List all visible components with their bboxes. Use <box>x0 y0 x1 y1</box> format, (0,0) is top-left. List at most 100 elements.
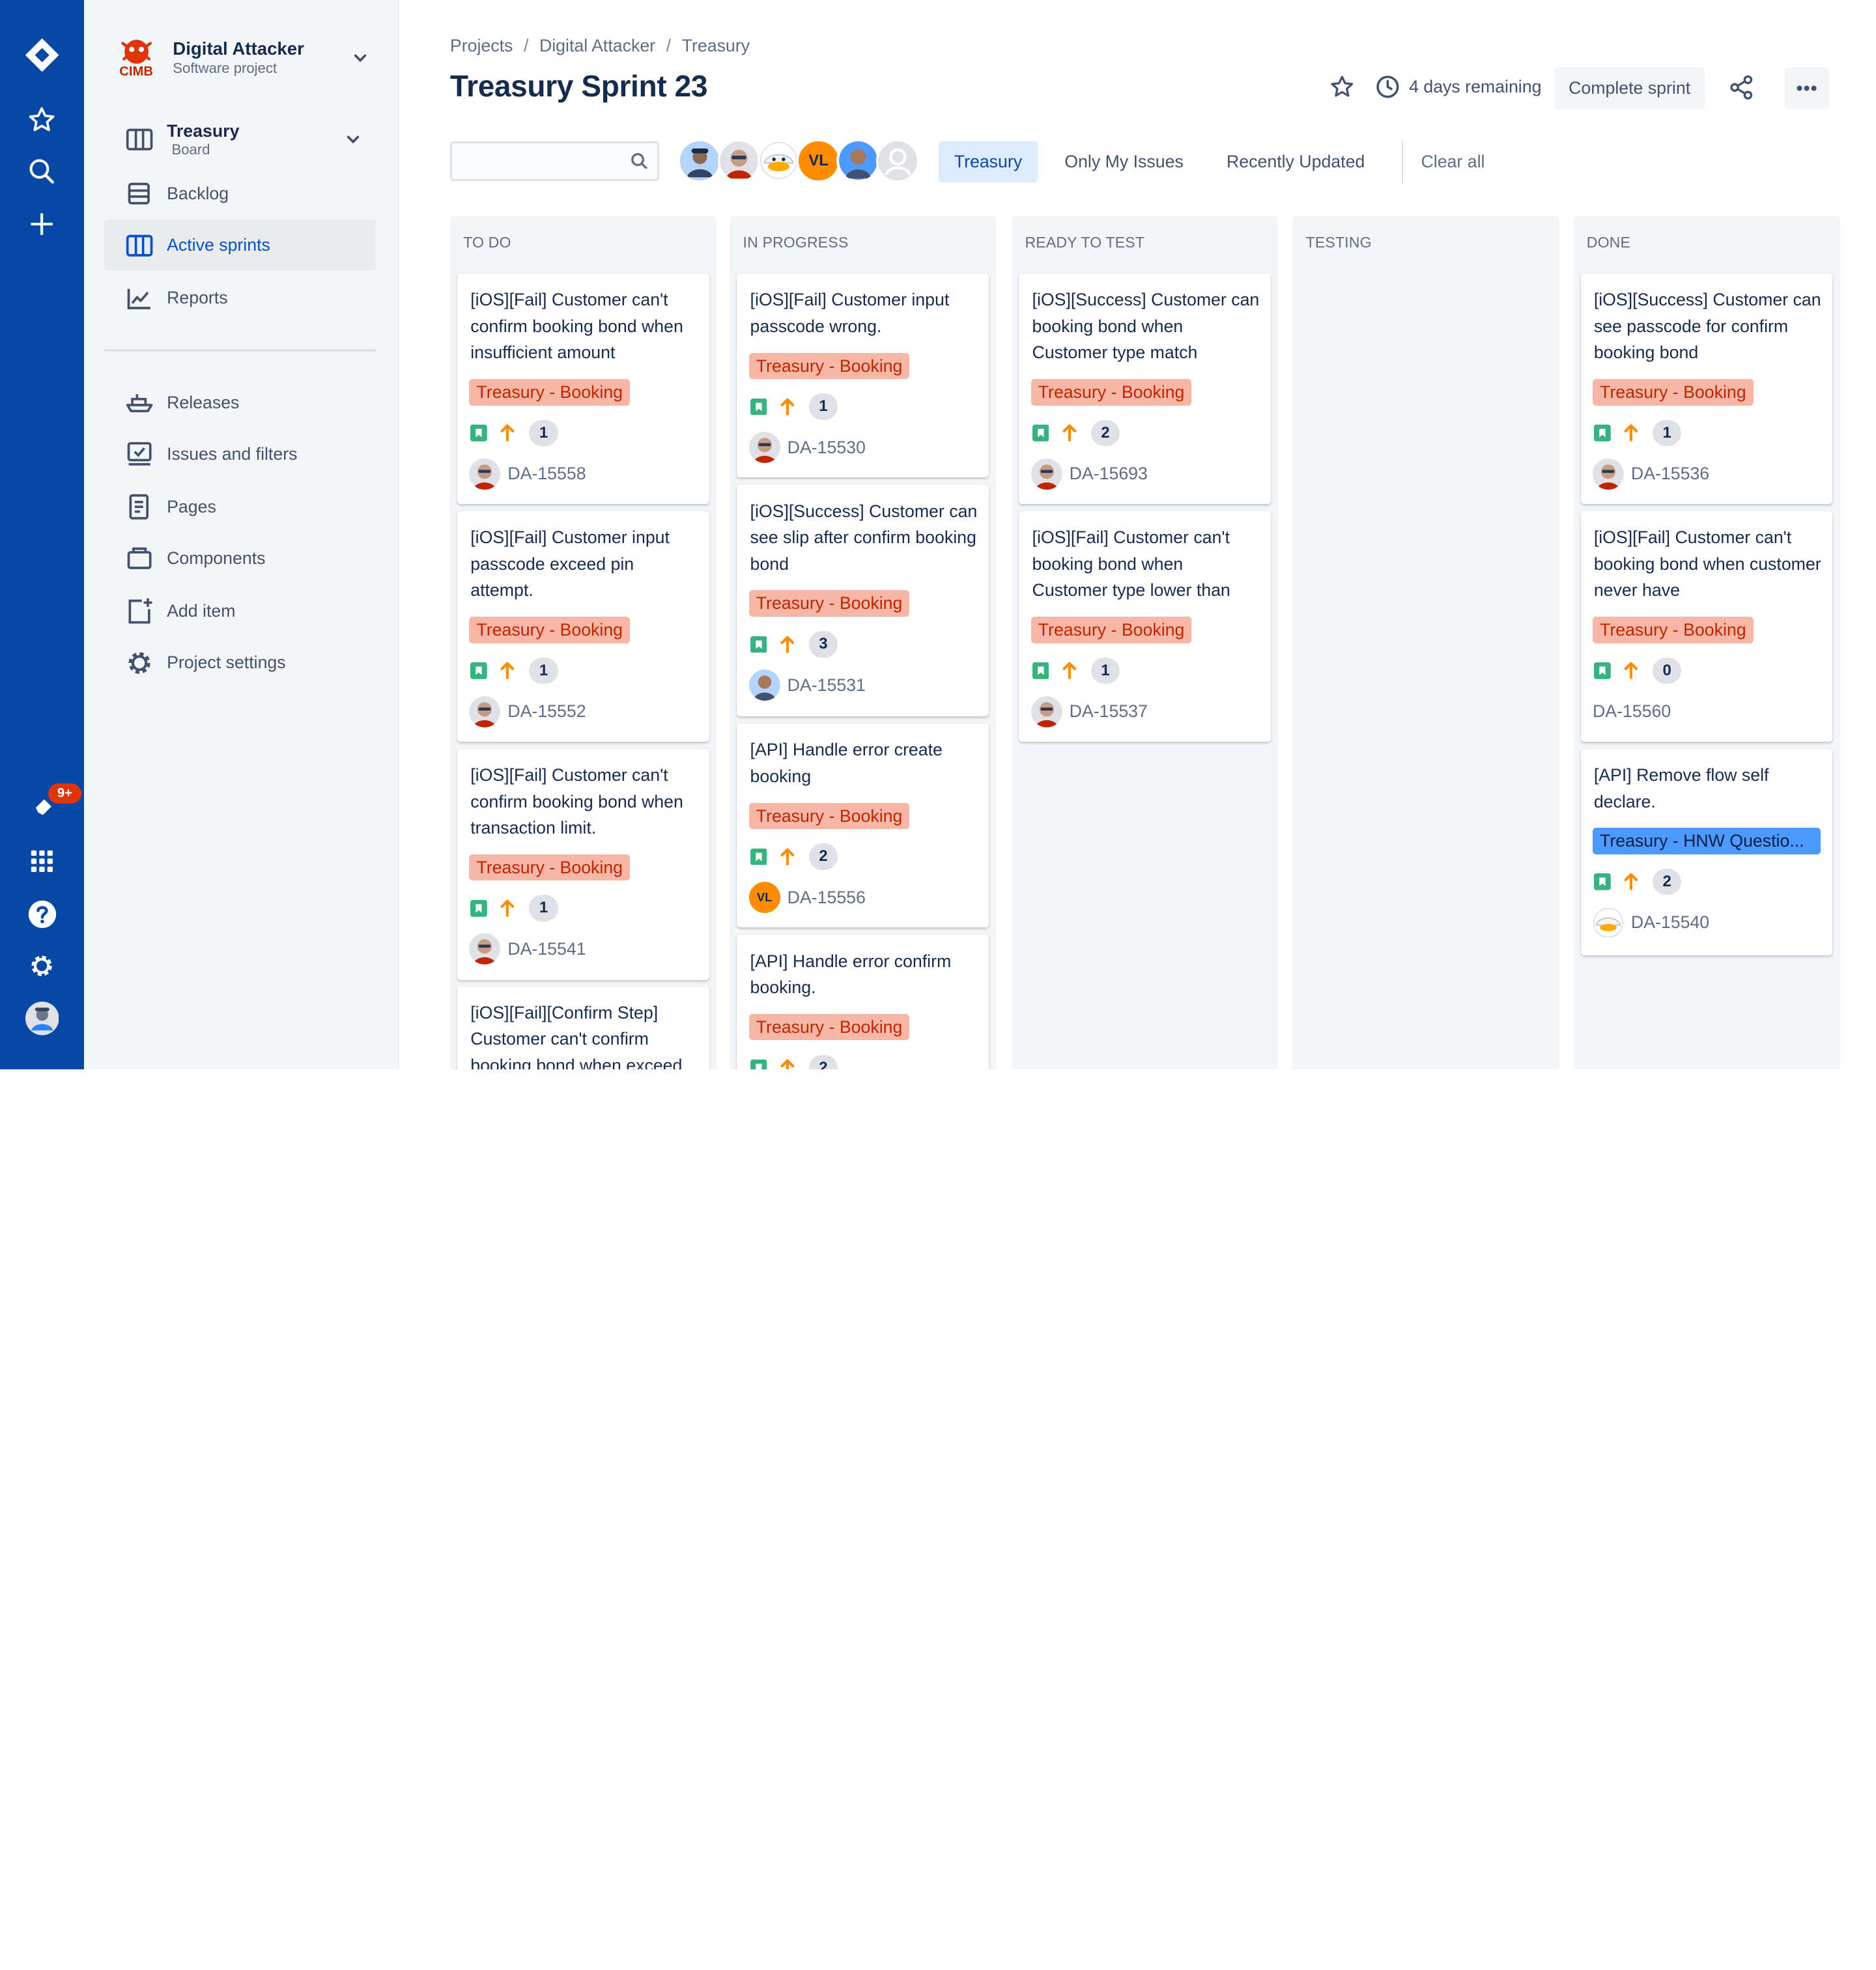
priority-high-icon <box>499 423 516 442</box>
chevron-down-icon[interactable] <box>346 130 360 152</box>
epic-label[interactable]: Treasury - Booking <box>748 802 910 830</box>
more-options-icon[interactable] <box>1784 67 1829 109</box>
breadcrumb-item[interactable]: Treasury <box>682 36 750 55</box>
sidebar-item-releases[interactable]: Releases <box>104 377 375 429</box>
star-icon[interactable] <box>1329 74 1355 105</box>
issue-card[interactable]: [iOS][Fail] Customer input passcode wron… <box>737 274 989 478</box>
avatar[interactable] <box>678 139 722 183</box>
issue-meta: 2 <box>1593 868 1682 895</box>
priority-high-icon <box>779 635 796 654</box>
sidebar-item-backlog[interactable]: Backlog <box>104 168 375 219</box>
issue-key[interactable]: DA-15541 <box>507 939 586 959</box>
profile-avatar[interactable] <box>18 994 66 1043</box>
assignee-avatar <box>748 432 780 464</box>
sidebar-item-add-item[interactable]: Add item <box>104 585 375 637</box>
breadcrumb-item[interactable]: Projects <box>450 36 513 55</box>
search-input[interactable] <box>451 143 620 178</box>
avatar[interactable] <box>836 139 880 183</box>
avatar[interactable] <box>717 139 761 183</box>
sidebar-item-reports[interactable]: Reports <box>104 272 375 324</box>
avatar[interactable] <box>876 139 920 183</box>
issue-key[interactable]: DA-15556 <box>788 888 866 908</box>
column-header: TO DO <box>463 234 511 251</box>
project-switcher[interactable]: CIMB Digital Attacker Software project <box>110 32 377 85</box>
starred-icon[interactable] <box>18 96 66 144</box>
story-icon <box>1032 425 1049 442</box>
issue-meta: 2 <box>1032 419 1120 447</box>
epic-label[interactable]: Treasury - Booking <box>1030 379 1192 406</box>
issue-card[interactable]: [iOS][Success] Customer can see passcode… <box>1580 274 1833 504</box>
epic-label[interactable]: Treasury - Booking <box>748 590 910 617</box>
share-icon[interactable] <box>1728 74 1755 106</box>
issue-key[interactable]: DA-15540 <box>1631 912 1709 933</box>
issue-key[interactable]: DA-15537 <box>1070 701 1148 722</box>
sidebar-item-label: Active sprints <box>167 235 270 255</box>
create-icon[interactable] <box>18 201 66 249</box>
sidebar-item-project-settings[interactable]: Project settings <box>104 637 375 688</box>
page-icon <box>104 494 167 520</box>
issue-card[interactable]: [iOS][Fail][Confirm Step] Customer can't… <box>457 986 709 1069</box>
app-switcher-icon[interactable] <box>18 837 66 886</box>
epic-label[interactable]: Treasury - Booking <box>1592 379 1754 406</box>
story-points-badge: 2 <box>808 1054 838 1069</box>
search-icon[interactable] <box>18 148 66 196</box>
sidebar-item-issues-and-filters[interactable]: Issues and filters <box>104 429 375 480</box>
global-nav: 9+ <box>0 0 84 1069</box>
issue-card[interactable]: [iOS][Success] Customer can booking bond… <box>1019 274 1272 504</box>
issue-card[interactable]: [iOS][Fail] Customer can't confirm booki… <box>457 748 709 981</box>
settings-icon[interactable] <box>18 942 66 990</box>
board-column-done: DONE [iOS][Success] Customer can see pass… <box>1573 216 1840 1069</box>
avatar[interactable]: VL <box>797 139 840 183</box>
issue-summary: [iOS][Success] Customer can booking bond… <box>1032 290 1260 363</box>
story-points-badge: 1 <box>1653 419 1682 447</box>
complete-sprint-button[interactable]: Complete sprint <box>1554 67 1705 109</box>
issue-key[interactable]: DA-15560 <box>1593 701 1671 722</box>
issue-card[interactable]: [iOS][Fail] Customer can't booking bond … <box>1019 511 1272 742</box>
sidebar-item-components[interactable]: Components <box>104 533 375 584</box>
quick-filter-recently-updated[interactable]: Recently Updated <box>1211 141 1380 182</box>
issue-card[interactable]: [API] Handle error confirm booking. Treas… <box>737 935 989 1069</box>
sidebar-item-board[interactable]: Treasury <box>104 114 375 165</box>
issue-key-row: DA-15558 <box>469 458 586 490</box>
epic-label[interactable]: Treasury - Booking <box>469 617 631 643</box>
sidebar-item-active-sprints[interactable]: Active sprints <box>104 219 376 272</box>
issue-card[interactable]: [iOS][Fail] Customer can't booking bond … <box>1580 511 1833 742</box>
issue-key[interactable]: DA-15530 <box>788 438 866 458</box>
issue-key-row: DA-15536 <box>1592 458 1709 490</box>
epic-label[interactable]: Treasury - Booking <box>748 1013 910 1041</box>
epic-label[interactable]: Treasury - HNW Questio... <box>1592 828 1821 854</box>
story-points-badge: 2 <box>808 843 838 870</box>
issue-key[interactable]: DA-15693 <box>1070 464 1148 484</box>
clear-all-filters[interactable]: Clear all <box>1406 141 1501 182</box>
board-column-ready-to-test: READY TO TEST [iOS][Success] Customer can… <box>1012 216 1279 1069</box>
priority-high-icon <box>1623 661 1640 680</box>
help-icon[interactable] <box>18 890 66 938</box>
issue-card[interactable]: [API] Remove flow self declare. Treasury … <box>1580 748 1833 955</box>
jira-app: 9+ CIMB Digital Attacker Software projec… <box>0 0 1876 1069</box>
issue-key-row: DA-15693 <box>1030 458 1148 490</box>
epic-label[interactable]: Treasury - Booking <box>469 379 631 406</box>
epic-label[interactable]: Treasury - Booking <box>1030 617 1192 643</box>
epic-label[interactable]: Treasury - Booking <box>1592 617 1754 643</box>
issue-key[interactable]: DA-15531 <box>788 675 866 696</box>
priority-high-icon <box>499 661 516 680</box>
issue-key[interactable]: DA-15536 <box>1631 464 1709 484</box>
issue-card[interactable]: [iOS][Fail] Customer input passcode exce… <box>457 511 709 742</box>
sidebar-divider <box>104 349 376 352</box>
sprint-remaining: 4 days remaining <box>1409 76 1542 96</box>
issue-card[interactable]: [iOS][Fail] Customer can't confirm booki… <box>457 274 709 504</box>
quick-filter-only-my-issues[interactable]: Only My Issues <box>1049 141 1199 182</box>
board-column-to-do: TO DO [iOS][Fail] Customer can't confirm … <box>449 216 717 1069</box>
issue-card[interactable]: [API] Handle error create booking Treasur… <box>737 724 989 928</box>
sidebar-item-pages[interactable]: Pages <box>104 481 375 533</box>
avatar[interactable] <box>757 139 801 183</box>
jira-logo-icon[interactable] <box>18 31 66 79</box>
issue-key[interactable]: DA-15558 <box>507 464 586 484</box>
epic-label[interactable]: Treasury - Booking <box>748 352 910 380</box>
column-header: DONE <box>1586 234 1630 251</box>
issue-key[interactable]: DA-15552 <box>507 701 586 722</box>
epic-label[interactable]: Treasury - Booking <box>469 854 631 881</box>
quick-filter-treasury[interactable]: Treasury <box>938 141 1038 183</box>
issue-card[interactable]: [iOS][Success] Customer can see slip aft… <box>737 485 989 716</box>
breadcrumb-item[interactable]: Digital Attacker <box>539 36 655 55</box>
